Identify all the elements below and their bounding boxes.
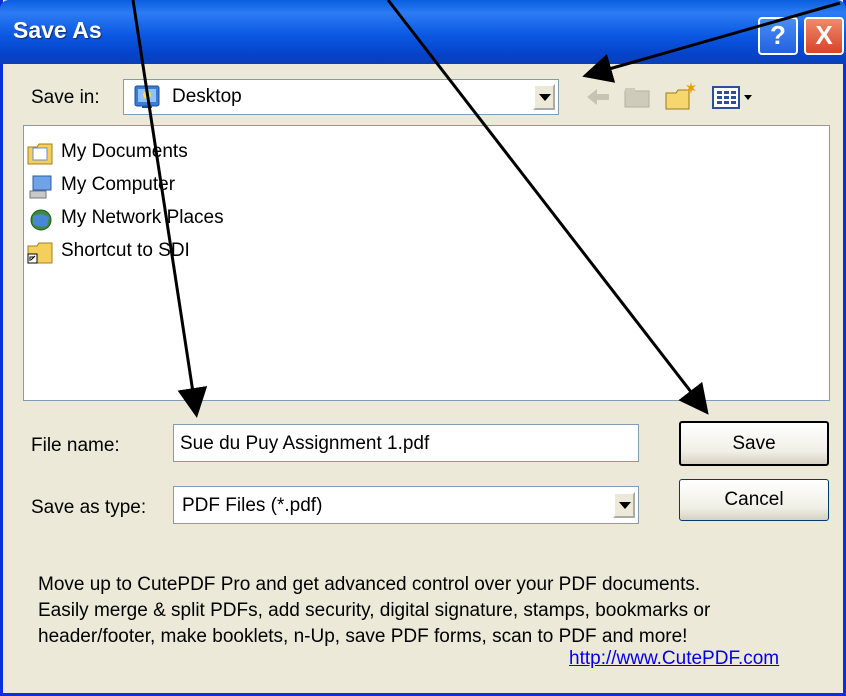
- cancel-button[interactable]: Cancel: [679, 479, 829, 521]
- back-icon[interactable]: [583, 80, 613, 114]
- up-folder-icon[interactable]: [621, 80, 653, 114]
- file-name-label: File name:: [31, 435, 120, 456]
- list-item[interactable]: My Network Places: [27, 207, 257, 233]
- file-name-input[interactable]: Sue du Puy Assignment 1.pdf: [173, 424, 639, 462]
- new-folder-icon[interactable]: [663, 80, 699, 114]
- file-name: My Computer: [61, 174, 176, 195]
- save-in-label: Save in:: [31, 87, 100, 108]
- title-bar[interactable]: Save As ? X: [0, 0, 846, 64]
- save-type-label: Save as type:: [31, 497, 147, 518]
- view-menu-icon[interactable]: [709, 80, 757, 114]
- save-in-dropdown-button[interactable]: [533, 84, 555, 110]
- list-item[interactable]: My Documents: [27, 141, 257, 167]
- promo-line: Easily merge & split PDFs, add security,…: [38, 600, 711, 621]
- save-as-dialog: Save As ? X Save in: Desktop My Document…: [0, 0, 846, 696]
- desktop-icon: [134, 85, 160, 109]
- close-button[interactable]: X: [804, 17, 844, 55]
- save-in-dropdown[interactable]: Desktop: [123, 79, 559, 115]
- my-computer-icon: [27, 175, 54, 199]
- promo-text: Move up to CutePDF Pro and get advanced …: [38, 572, 710, 650]
- save-type-dropdown[interactable]: PDF Files (*.pdf): [173, 486, 639, 524]
- save-type-dropdown-button[interactable]: [613, 492, 635, 518]
- list-item[interactable]: Shortcut to SDI: [27, 240, 257, 266]
- save-type-value: PDF Files (*.pdf): [182, 495, 323, 516]
- list-item[interactable]: My Computer: [27, 174, 257, 200]
- promo-line: header/footer, make booklets, n-Up, save…: [38, 626, 688, 647]
- file-name-value: Sue du Puy Assignment 1.pdf: [180, 433, 430, 454]
- save-button[interactable]: Save: [679, 421, 829, 466]
- dialog-title: Save As: [13, 17, 102, 43]
- file-name: My Network Places: [61, 207, 224, 228]
- network-places-icon: [27, 208, 54, 232]
- file-name: Shortcut to SDI: [61, 240, 190, 261]
- shortcut-folder-icon: [27, 241, 54, 265]
- promo-line: Move up to CutePDF Pro and get advanced …: [38, 574, 701, 595]
- file-name: My Documents: [61, 141, 188, 162]
- my-documents-icon: [27, 142, 54, 166]
- save-in-value: Desktop: [172, 86, 242, 107]
- help-button[interactable]: ?: [758, 17, 798, 55]
- file-list[interactable]: My Documents My Computer My Network Plac…: [23, 125, 830, 401]
- cutepdf-link[interactable]: http://www.CutePDF.com: [569, 648, 779, 670]
